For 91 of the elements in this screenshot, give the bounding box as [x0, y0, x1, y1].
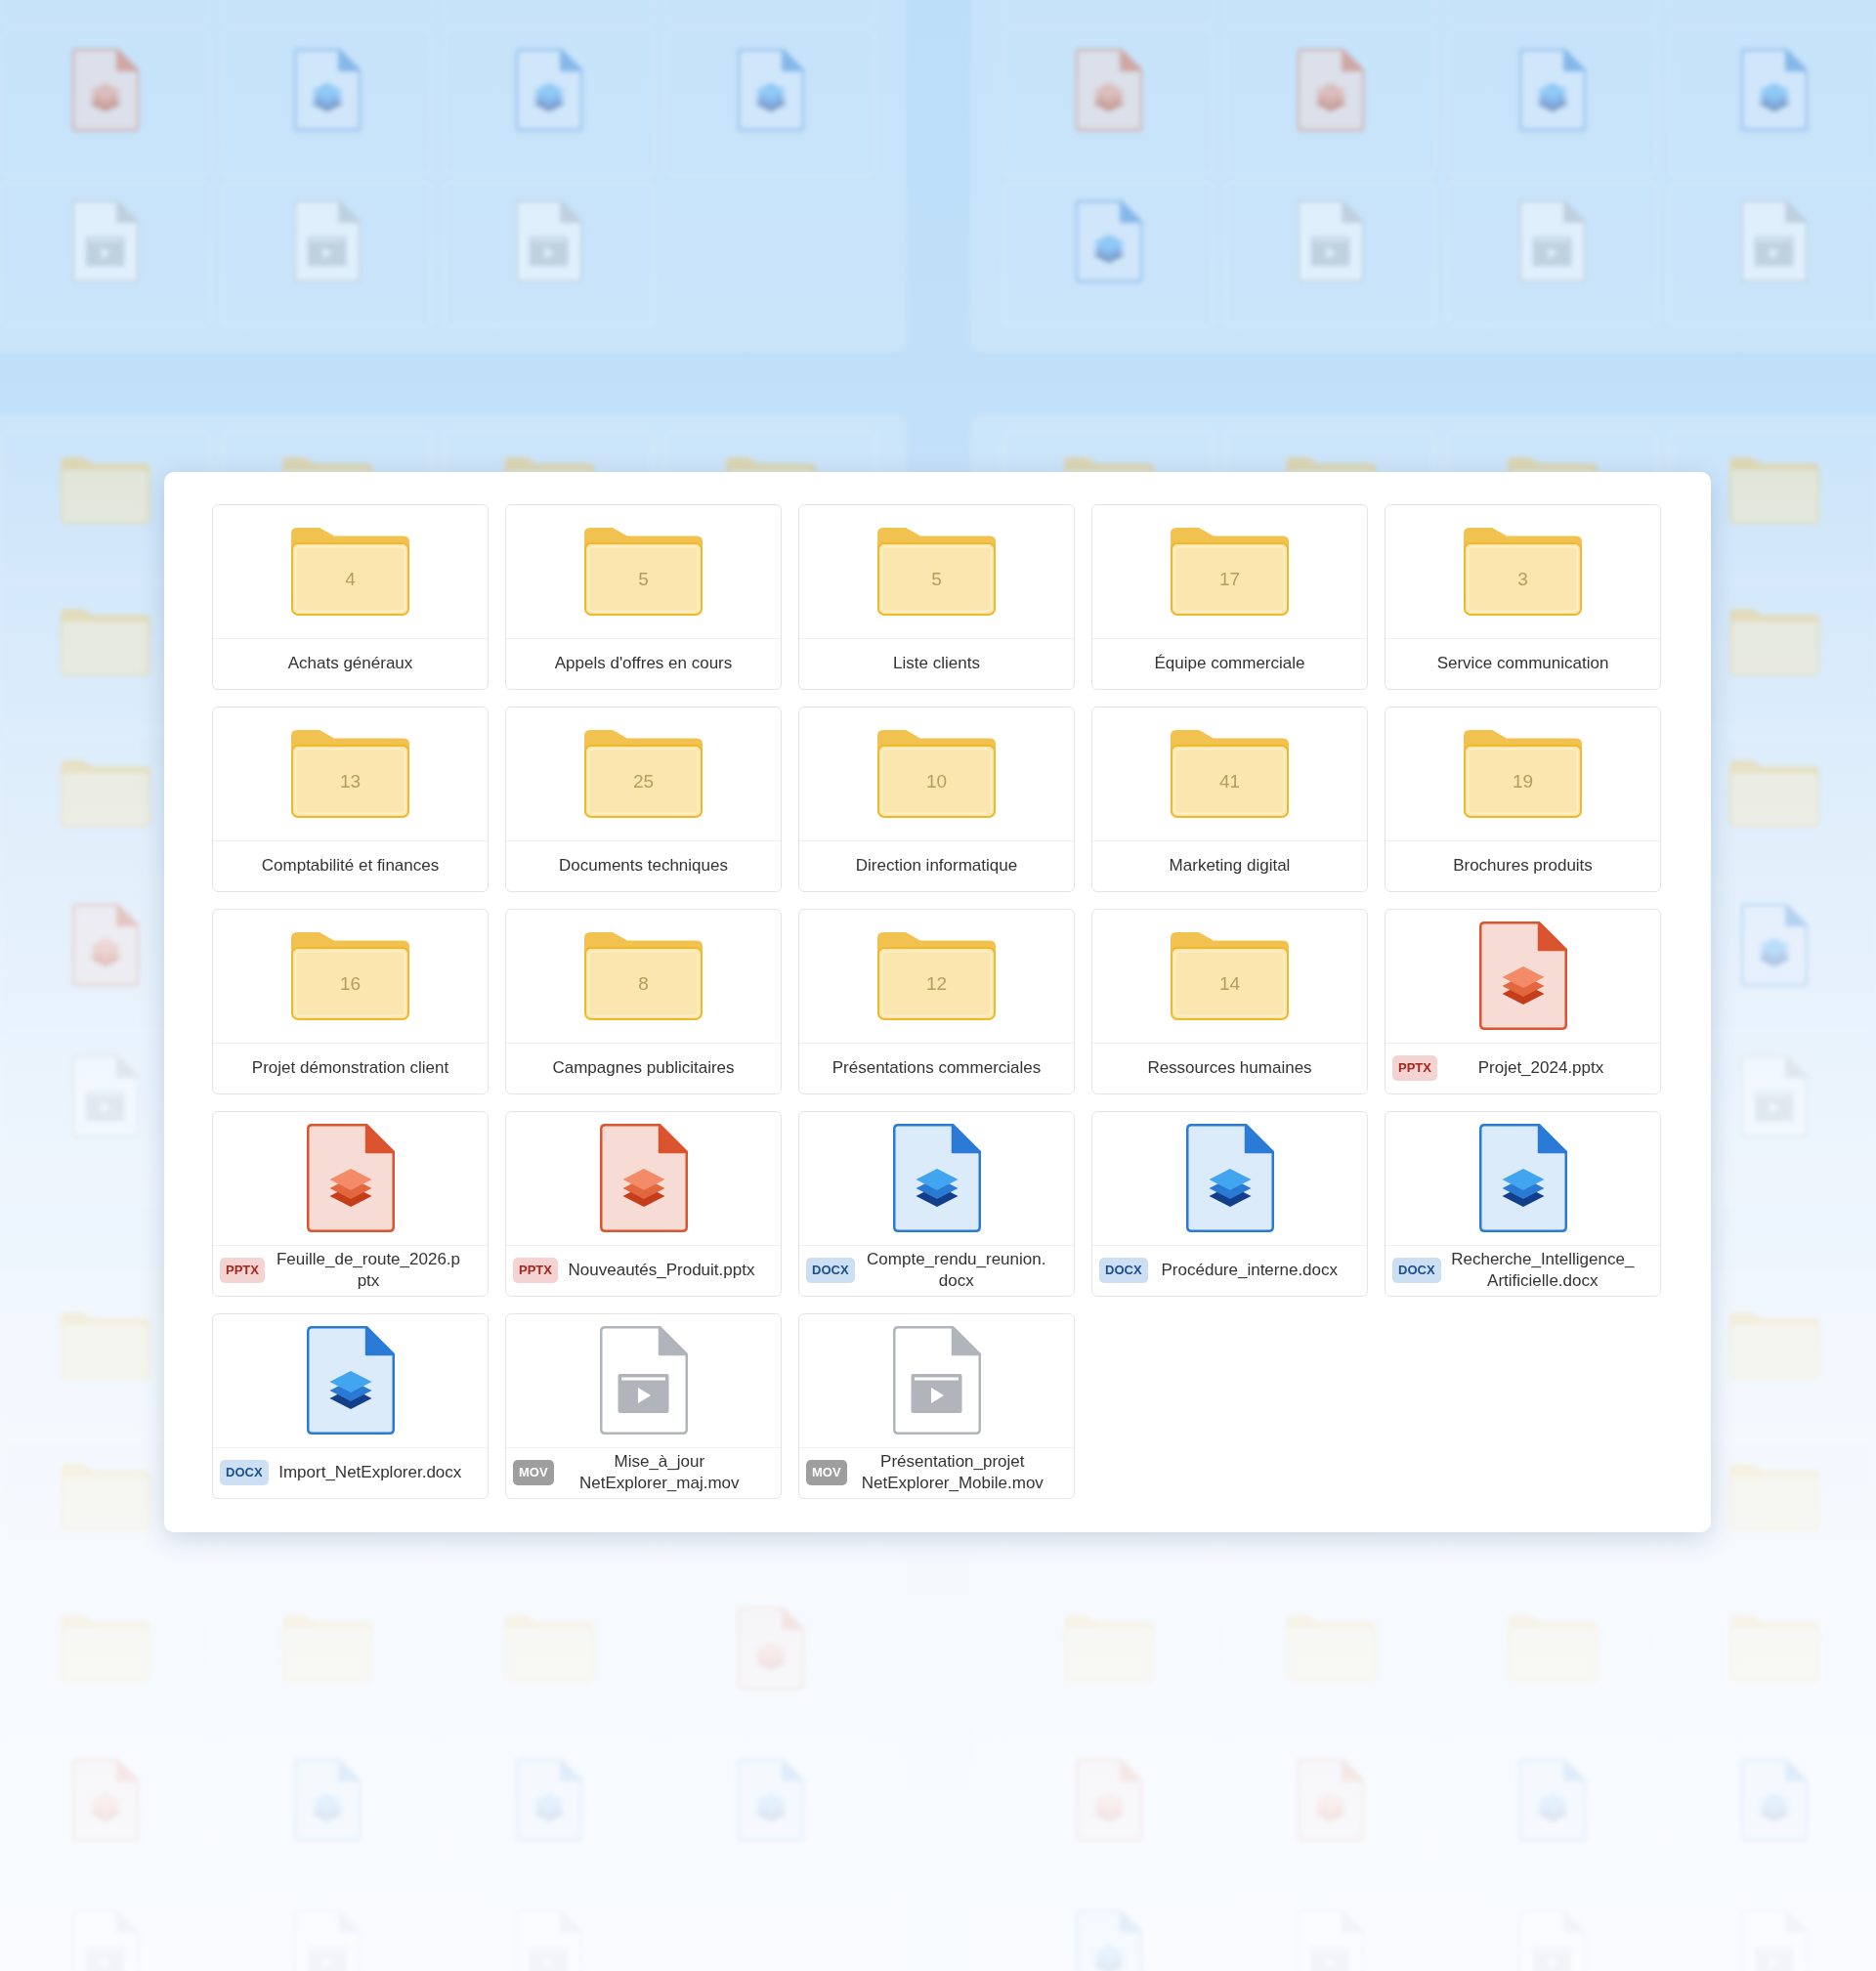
item-count: 14 [1218, 972, 1241, 995]
file-name: Procédure_interne.docx [1161, 1261, 1339, 1280]
file-name: Mise_à_jour NetExplorer_maj.mov [579, 1452, 740, 1493]
folder-tile[interactable]: 12 Présentations commerciales [798, 909, 1075, 1094]
folder-icon [877, 527, 996, 616]
folder-tile[interactable]: 8 Campagnes publicitaires [505, 909, 782, 1094]
folder-icon [877, 729, 996, 818]
file-tile[interactable]: MOV Mise_à_jour NetExplorer_maj.mov [505, 1313, 782, 1499]
folder-name: Ressources humaines [1147, 1058, 1312, 1078]
folder-icon [877, 931, 996, 1020]
file-tile[interactable]: PPTX Projet_2024.pptx [1385, 909, 1661, 1094]
file-type-badge: DOCX [806, 1258, 855, 1284]
folder-name: Service communication [1436, 654, 1609, 673]
file-name: Import_NetExplorer.docx [278, 1463, 462, 1482]
folder-tile[interactable]: 5 Liste clients [798, 504, 1075, 690]
file-name: Nouveautés_Produit.pptx [568, 1261, 755, 1280]
folder-icon [584, 527, 703, 616]
folder-name: Équipe commerciale [1154, 654, 1305, 673]
file-type-badge: MOV [513, 1460, 554, 1486]
folder-tile[interactable]: 16 Projet démonstration client [212, 909, 489, 1094]
item-count: 25 [632, 770, 655, 793]
file-tile[interactable]: DOCX Import_NetExplorer.docx [212, 1313, 489, 1499]
layered-document-icon [1185, 1124, 1274, 1233]
folder-icon [291, 931, 409, 1020]
folder-name: Direction informatique [855, 856, 1018, 876]
folder-icon [291, 729, 409, 818]
folder-icon [584, 729, 703, 818]
file-name: Recherche_Intelligence_Artificielle.docx [1451, 1250, 1635, 1291]
layered-document-icon [599, 1124, 688, 1233]
folder-tile[interactable]: 14 Ressources humaines [1091, 909, 1368, 1094]
folder-name: Comptabilité et finances [261, 856, 440, 876]
folder-icon [584, 931, 703, 1020]
folder-tile[interactable]: 17 Équipe commerciale [1091, 504, 1368, 690]
file-type-badge: PPTX [1392, 1055, 1437, 1082]
file-type-badge: MOV [806, 1460, 847, 1486]
folder-tile[interactable]: 5 Appels d'offres en cours [505, 504, 782, 690]
item-count: 41 [1218, 770, 1241, 793]
layered-document-icon [1478, 1124, 1567, 1233]
item-count: 12 [925, 972, 948, 995]
item-count: 10 [925, 770, 948, 793]
file-name: Présentation_projet NetExplorer_Mobile.mov [861, 1452, 1044, 1493]
item-count: 4 [345, 568, 356, 590]
item-count: 8 [638, 972, 649, 995]
folder-tile[interactable]: 10 Direction informatique [798, 707, 1075, 892]
folder-name: Présentations commerciales [831, 1058, 1042, 1078]
item-count: 19 [1512, 770, 1534, 793]
layered-document-icon [306, 1124, 395, 1233]
file-tile[interactable]: PPTX Feuille_de_route_2026.pptx [212, 1111, 489, 1297]
layered-document-icon [1478, 921, 1567, 1031]
file-type-badge: PPTX [220, 1258, 265, 1284]
folder-tile[interactable]: 4 Achats généraux [212, 504, 489, 690]
folder-tile[interactable]: 25 Documents techniques [505, 707, 782, 892]
file-name: Projet_2024.pptx [1477, 1058, 1604, 1078]
folder-tile[interactable]: 3 Service communication [1385, 504, 1661, 690]
file-name: Compte_rendu_reunion.docx [867, 1250, 1046, 1291]
video-document-icon [599, 1326, 688, 1435]
file-tile[interactable]: PPTX Nouveautés_Produit.pptx [505, 1111, 782, 1297]
file-tile[interactable]: DOCX Compte_rendu_reunion.docx [798, 1111, 1075, 1297]
item-count: 13 [339, 770, 362, 793]
file-type-badge: DOCX [220, 1460, 269, 1486]
item-count: 3 [1517, 568, 1528, 590]
file-type-badge: PPTX [513, 1258, 558, 1284]
folder-name: Liste clients [893, 654, 980, 673]
file-name: Feuille_de_route_2026.pptx [276, 1250, 461, 1291]
folder-name: Documents techniques [559, 856, 728, 876]
folder-tile[interactable]: 13 Comptabilité et finances [212, 707, 489, 892]
file-tile[interactable]: MOV Présentation_projet NetExplorer_Mobile.mov [798, 1313, 1075, 1499]
folder-name: Marketing digital [1169, 856, 1291, 876]
folder-name: Brochures produits [1453, 856, 1593, 876]
file-tile[interactable]: DOCX Procédure_interne.docx [1091, 1111, 1368, 1297]
folder-name: Appels d'offres en cours [554, 654, 733, 673]
folder-icon [1171, 931, 1289, 1020]
folder-icon [1464, 729, 1582, 818]
item-count: 5 [638, 568, 649, 590]
file-type-badge: DOCX [1099, 1258, 1148, 1284]
folder-icon [1171, 527, 1289, 616]
folder-name: Projet démonstration client [251, 1058, 449, 1078]
folder-name: Campagnes publicitaires [552, 1058, 735, 1078]
item-count: 17 [1218, 568, 1241, 590]
item-count: 16 [339, 972, 362, 995]
video-document-icon [892, 1326, 981, 1435]
layered-document-icon [306, 1326, 395, 1435]
file-type-badge: DOCX [1392, 1258, 1441, 1284]
folder-tile[interactable]: 19 Brochures produits [1385, 707, 1661, 892]
folder-tile[interactable]: 41 Marketing digital [1091, 707, 1368, 892]
layered-document-icon [892, 1124, 981, 1233]
folder-icon [1171, 729, 1289, 818]
folder-icon [291, 527, 409, 616]
folder-icon [1464, 527, 1582, 616]
item-count: 5 [931, 568, 942, 590]
folder-name: Achats généraux [287, 654, 413, 673]
